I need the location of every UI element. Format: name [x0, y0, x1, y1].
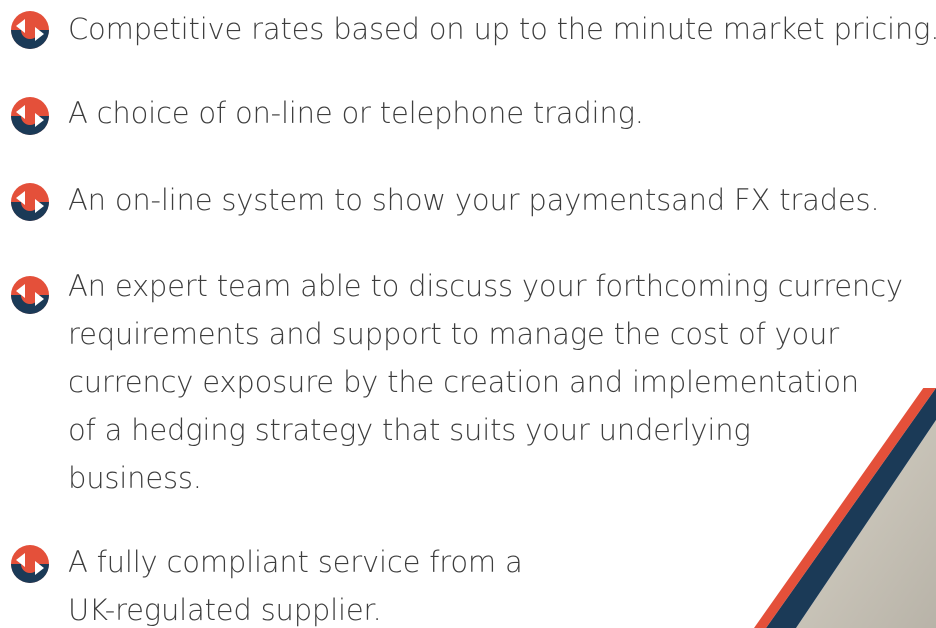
circular-arrows-icon — [8, 8, 52, 52]
circular-arrows-icon — [8, 273, 52, 317]
feature-text: An on-line system to show your paymentsa… — [68, 176, 880, 224]
feature-text: A fully compliant service from a UK-regu… — [68, 538, 523, 628]
feature-text-line: An expert team able to discuss your fort… — [68, 269, 903, 303]
feature-text-line: Competitive rates based on up to the min… — [68, 12, 936, 46]
circular-arrows-icon — [8, 542, 52, 586]
feature-text-line: UK-regulated supplier. — [68, 593, 382, 627]
feature-text-line: requirements and support to manage the c… — [68, 317, 839, 351]
feature-text-line: A choice of on-line or telephone trading… — [68, 96, 644, 130]
corner-decoration — [754, 388, 936, 628]
feature-text-line: An on-line system to show your paymentsa… — [68, 183, 880, 217]
circular-arrows-icon — [8, 94, 52, 138]
feature-text: Competitive rates based on up to the min… — [68, 5, 936, 53]
feature-text: A choice of on-line or telephone trading… — [68, 89, 644, 137]
circular-arrows-icon — [8, 180, 52, 224]
feature-text-line: A fully compliant service from a — [68, 545, 523, 579]
